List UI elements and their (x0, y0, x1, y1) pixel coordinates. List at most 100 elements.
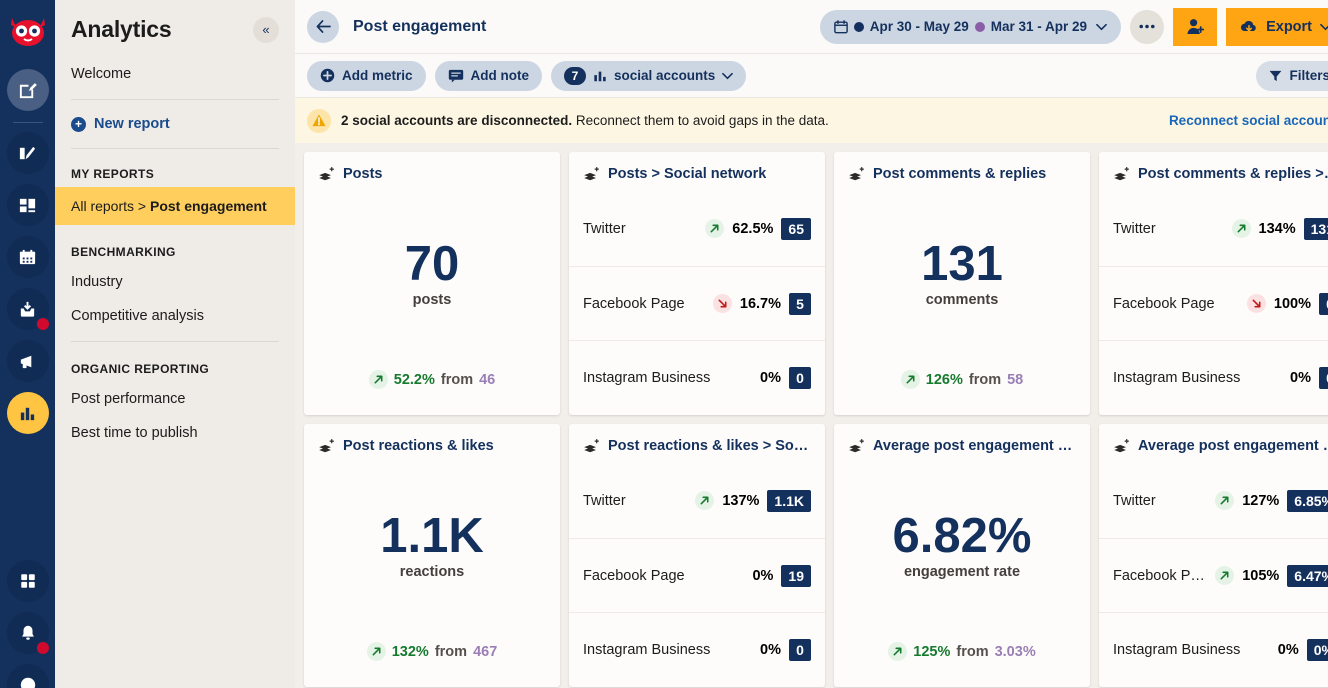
rail-item-calendar[interactable] (6, 236, 49, 278)
delta-percent: 126% (925, 371, 963, 388)
sidebar-item-prefix: All reports > (71, 198, 150, 214)
alert-bold-text: 2 social accounts are disconnected. (341, 113, 573, 128)
breakdown-row: Instagram Business 0% 0 (1099, 340, 1328, 415)
ellipsis-icon (1139, 24, 1155, 29)
card-title: Post reactions & likes (343, 438, 494, 454)
inbox-badge (35, 317, 50, 331)
sidebar-item-label: Post engagement (149, 198, 267, 214)
breakdown-row-value: 5 (789, 292, 811, 315)
delta-from-value: 467 (473, 643, 498, 660)
rail-item-streams[interactable] (6, 132, 49, 174)
invite-user-button[interactable] (1173, 7, 1218, 46)
chevron-down-icon (722, 72, 734, 79)
breakdown-row-value: 0 (1319, 367, 1328, 390)
filters-button[interactable]: Filters (1256, 60, 1328, 91)
collapse-sidebar-button[interactable]: « (253, 16, 279, 43)
card-metric-body: 131 comments (834, 182, 1090, 370)
breakdown-row-value: 19 (781, 564, 811, 587)
breakdown-row-percent: 127% (1242, 492, 1280, 509)
sidebar-header: Analytics « (55, 0, 295, 43)
card-header: Post reactions & likes (304, 424, 560, 454)
card-header: Average post engagement … (1099, 424, 1328, 454)
megaphone-icon (20, 355, 32, 368)
sidebar-item-post-engagement[interactable]: All reports > Post engagement (55, 187, 295, 225)
add-note-button[interactable]: Add note (434, 60, 543, 91)
breakdown-row-label: Facebook P… (1113, 567, 1205, 584)
rail-item-inbox[interactable] (6, 288, 50, 331)
rail-item-notifications[interactable] (6, 612, 50, 655)
add-user-icon (1187, 19, 1204, 35)
card-metric-unit: posts (412, 292, 452, 309)
card-metric-delta: 125% from 3.03% (834, 642, 1090, 687)
metric-stack-icon (584, 166, 599, 180)
notifications-bell-icon (21, 625, 34, 640)
date-range-picker[interactable]: Apr 30 - May 29 Mar 31 - Apr 29 (819, 9, 1122, 44)
rail-divider (12, 122, 43, 123)
breakdown-row: Twitter 134% 131 (1099, 192, 1328, 266)
breakdown-row-metrics: 0% 0 (760, 367, 811, 390)
metric-stack-icon (584, 438, 599, 452)
rail-item-help[interactable] (6, 664, 49, 688)
rail-item-planner[interactable] (6, 184, 49, 226)
sidebar-item-post-performance[interactable]: Post performance (55, 382, 295, 416)
metric-card[interactable]: Post comments & replies 131 comments 126… (834, 152, 1090, 415)
more-options-button[interactable] (1130, 9, 1165, 44)
rail-item-compose[interactable] (6, 69, 49, 111)
breakdown-row-percent: 134% (1258, 220, 1296, 237)
rail-item-advertise[interactable] (6, 340, 49, 382)
breakdown-row-metrics: 127% 6.85% (1215, 489, 1328, 512)
export-button[interactable]: Export (1226, 7, 1328, 46)
breakdown-row-percent: 0% (752, 567, 774, 584)
social-accounts-selector[interactable]: 7 social accounts (551, 60, 747, 91)
arrow-up-right-icon (1220, 571, 1229, 580)
analytics-app: Analytics « Welcome + New report MY REPO… (0, 0, 1328, 688)
trend-up-icon (368, 370, 388, 389)
report-toolbar: Add metric Add note 7 social accounts Fi… (295, 54, 1328, 98)
metric-card[interactable]: Posts 70 posts 52.2% from 46 (304, 152, 560, 415)
help-icon (20, 677, 35, 688)
metric-card[interactable]: Posts > Social network Twitter 62.5% 65 … (569, 152, 825, 415)
sidebar-item-welcome[interactable]: Welcome (55, 57, 295, 91)
card-metric-unit: engagement rate (903, 564, 1021, 581)
breakdown-row: Facebook Page 100% 0 (1099, 265, 1328, 341)
notifications-badge (35, 641, 50, 655)
plus-icon: + (71, 116, 86, 132)
reconnect-social-accounts-link[interactable]: Reconnect social accounts (1169, 113, 1328, 128)
metric-card[interactable]: Average post engagement … Twitter 127% 6… (1099, 424, 1328, 687)
card-breakdown-rows: Twitter 62.5% 65 Facebook Page 16.7% 5 I… (569, 192, 825, 415)
rail-item-apps[interactable] (6, 560, 49, 602)
sidebar-item-competitive-analysis[interactable]: Competitive analysis (55, 299, 295, 333)
breakdown-row-metrics: 62.5% 65 (705, 217, 811, 240)
breakdown-row-value: 0 (1319, 292, 1328, 315)
breakdown-row-percent: 16.7% (739, 295, 781, 312)
sidebar-section-my-reports: MY REPORTS (71, 167, 155, 181)
social-accounts-label: social accounts (614, 68, 716, 83)
card-title: Post reactions & likes > So… (608, 438, 809, 454)
calendar-icon (833, 19, 848, 33)
add-note-label: Add note (470, 68, 530, 83)
metric-card[interactable]: Post reactions & likes 1.1K reactions 13… (304, 424, 560, 687)
rail-item-analytics[interactable] (6, 392, 49, 434)
breakdown-row-label: Twitter (1113, 492, 1156, 509)
compose-icon (19, 82, 37, 98)
back-button[interactable] (307, 10, 339, 43)
sidebar-item-best-time-to-publish[interactable]: Best time to publish (55, 416, 295, 450)
social-accounts-count: 7 (564, 66, 587, 85)
breakdown-row-percent: 0% (1277, 642, 1299, 659)
new-report-button[interactable]: + New report (55, 108, 295, 140)
card-breakdown-rows: Twitter 137% 1.1K Facebook Page 0% 19 In… (569, 464, 825, 687)
metric-card[interactable]: Average post engagement … 6.82% engageme… (834, 424, 1090, 687)
metric-card[interactable]: Post comments & replies >… Twitter 134% … (1099, 152, 1328, 415)
metric-card[interactable]: Post reactions & likes > So… Twitter 137… (569, 424, 825, 687)
warning-icon (307, 108, 331, 133)
sidebar-section-organic-reporting: ORGANIC REPORTING (71, 362, 210, 376)
metric-stack-icon (1114, 166, 1129, 180)
card-header: Post comments & replies >… (1099, 152, 1328, 182)
sidebar-item-industry[interactable]: Industry (55, 265, 295, 299)
breakdown-row-value: 0 (789, 367, 811, 390)
comparison-range-dot (974, 21, 985, 32)
add-metric-button[interactable]: Add metric (307, 60, 426, 91)
breakdown-row-percent: 0% (760, 642, 781, 659)
hootsuite-owl-logo[interactable] (6, 10, 50, 54)
analytics-bar-icon (20, 407, 35, 420)
